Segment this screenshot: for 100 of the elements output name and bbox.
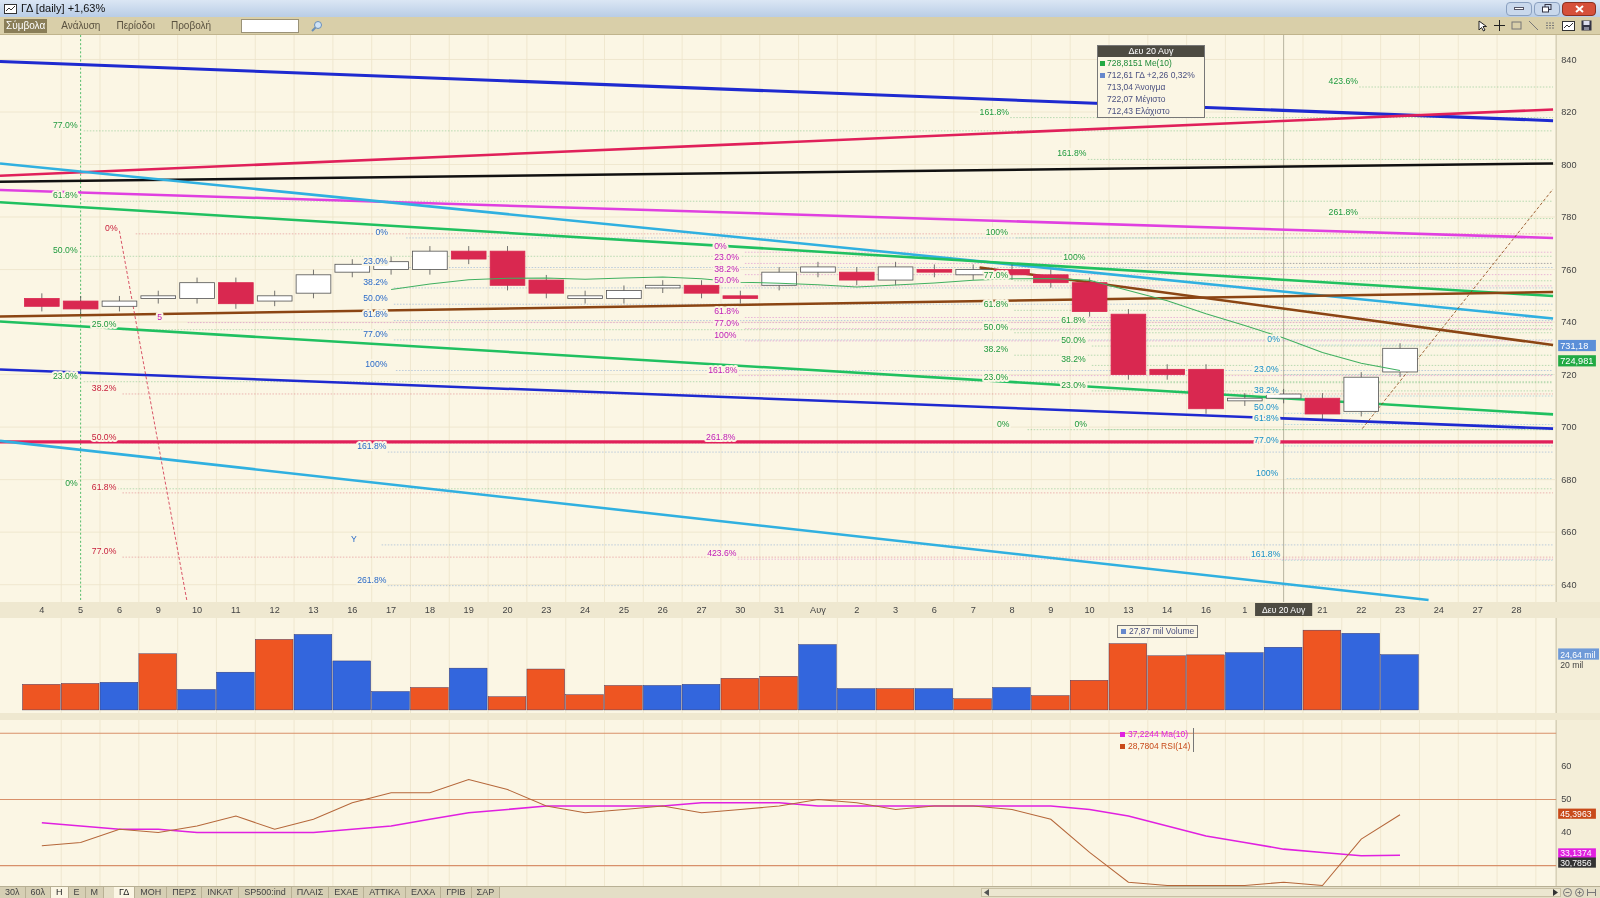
period-tab[interactable]: 30λ (0, 887, 26, 898)
volume-bar (681, 684, 721, 711)
date-label: 26 (657, 605, 668, 615)
fibonacci-label: 0% (375, 226, 389, 237)
tooltip-title: Δευ 20 Αυγ (1098, 46, 1204, 57)
fibonacci-label: 38.2% (983, 344, 1009, 355)
date-label: 5 (78, 605, 84, 615)
axis-label: 840 (1561, 54, 1577, 65)
fibonacci-label: 50.0% (363, 293, 388, 304)
fibonacci-label: 50.0% (91, 431, 117, 442)
period-tab[interactable]: Μ (85, 887, 105, 898)
axis-label: 760 (1561, 264, 1577, 275)
axis-label: 40 (1561, 827, 1572, 838)
pointer-icon[interactable] (1478, 19, 1488, 32)
axis-label: 720 (1561, 369, 1577, 380)
axis-label: 640 (1561, 579, 1577, 590)
zoom-out-icon[interactable] (1563, 888, 1572, 897)
price-marker-value: 731,18 (1560, 341, 1589, 352)
legend-text: 37,2244 Ma(10) (1128, 727, 1188, 741)
axis-label: 50 (1561, 794, 1572, 804)
symbol-tab[interactable]: ΓΔ (114, 887, 136, 898)
legend-text: 27,87 mil Volume (1129, 625, 1195, 638)
date-label: 6 (116, 605, 122, 615)
cursor-date-label: Δευ 20 Αυγ (1255, 603, 1313, 616)
menu-item[interactable]: Περίοδοι (114, 18, 157, 33)
date-label: 24 (1433, 605, 1444, 615)
candle (1033, 269, 1069, 289)
fibonacci-label: 261.8% (357, 574, 387, 585)
date-label: 27 (696, 605, 707, 615)
axis-label: 780 (1561, 212, 1577, 223)
symbol-tab[interactable]: ΠΕΡΣ (167, 887, 203, 898)
tooltip-row: 712,61 ΓΔ +2,26 0,32% (1107, 68, 1195, 82)
fibonacci-label: 23.0% (363, 256, 388, 267)
scroll-right-icon[interactable] (1553, 889, 1558, 896)
candle (489, 245, 526, 291)
fibonacci-label: 38.2% (1061, 354, 1086, 365)
horizontal-scrollbar[interactable] (981, 888, 1561, 897)
volume-bar (875, 688, 915, 711)
period-tab[interactable]: Η (51, 887, 69, 898)
close-button[interactable] (1562, 1, 1596, 16)
candle (218, 277, 254, 310)
candle (101, 295, 138, 312)
fibonacci-label: 261.8% (706, 431, 736, 442)
tooltip-row: 712,43 Ελάχιστο (1107, 104, 1170, 118)
fibonacci-label: 77.0% (53, 119, 78, 130)
fibonacci-label: 38.2% (91, 382, 117, 393)
symbol-tab[interactable]: ΕΛΧΑ (406, 887, 442, 898)
period-tab[interactable]: 60λ (25, 887, 52, 898)
symbol-tab[interactable]: SP500:ind (239, 887, 292, 898)
minimize-button[interactable] (1506, 1, 1532, 16)
price-marker-value: 724,981 (1560, 356, 1594, 367)
menu-item[interactable]: Προβολή (168, 18, 214, 33)
symbol-tab[interactable]: ΙΝΚΑΤ (202, 887, 240, 898)
crosshair-icon[interactable] (1494, 20, 1505, 31)
menu-item[interactable]: Σύμβολα (4, 18, 48, 33)
candle (916, 264, 953, 278)
date-label: 8 (1009, 605, 1015, 615)
chart-window-icon[interactable] (1562, 20, 1575, 31)
search-field[interactable] (241, 18, 300, 33)
symbol-tab[interactable]: ΠΛΑΙΣ (291, 887, 330, 898)
fibonacci-label: Y (351, 533, 357, 544)
date-label: 13 (308, 605, 319, 615)
symbol-tab[interactable]: ΓΡΙΒ (441, 887, 472, 898)
candle (412, 245, 448, 276)
date-label: 25 (618, 605, 630, 615)
save-icon[interactable] (1581, 20, 1592, 31)
date-label: 27 (1472, 605, 1483, 615)
candle (606, 285, 642, 304)
fibonacci-label: 5 (157, 311, 162, 322)
menu-item[interactable]: Ανάλυση (59, 18, 103, 33)
zoom-in-icon[interactable] (1575, 888, 1584, 897)
candle (761, 266, 797, 291)
fibonacci-label: 161.8% (708, 364, 738, 375)
candle (567, 290, 603, 304)
fibonacci-label: 38.2% (1254, 384, 1279, 395)
symbol-tab[interactable]: ΜΟΗ (135, 887, 168, 898)
fibonacci-label: 50.0% (983, 321, 1009, 332)
fit-width-icon[interactable] (1587, 888, 1596, 897)
fibonacci-label: 161.8% (1057, 148, 1087, 159)
date-label: 1 (1242, 605, 1248, 615)
symbol-tab[interactable]: ΑΤΤΙΚΑ (364, 887, 407, 898)
symbol-tab[interactable]: ΣΑΡ (471, 887, 501, 898)
fibonacci-label: 100% (714, 329, 737, 340)
scroll-left-icon[interactable] (984, 889, 989, 896)
volume-bar (1264, 647, 1303, 711)
candle (295, 269, 332, 299)
fibonacci-label: 77.0% (91, 546, 117, 557)
date-label: 10 (1084, 605, 1095, 615)
line-tool-icon[interactable] (1528, 20, 1539, 31)
date-label: 22 (1356, 605, 1367, 615)
restore-button[interactable] (1534, 1, 1560, 16)
close-icon (1574, 4, 1584, 13)
candle (645, 279, 681, 294)
date-label: 3 (893, 605, 899, 615)
date-label: 6 (931, 605, 937, 615)
period-tab[interactable]: Ε (68, 887, 86, 898)
date-label: 9 (1048, 605, 1054, 615)
symbol-tab[interactable]: ΕΧΑΕ (329, 887, 365, 898)
fibonacci-label: 23.0% (714, 252, 739, 263)
fibonacci-label: 61.8% (1061, 314, 1086, 325)
